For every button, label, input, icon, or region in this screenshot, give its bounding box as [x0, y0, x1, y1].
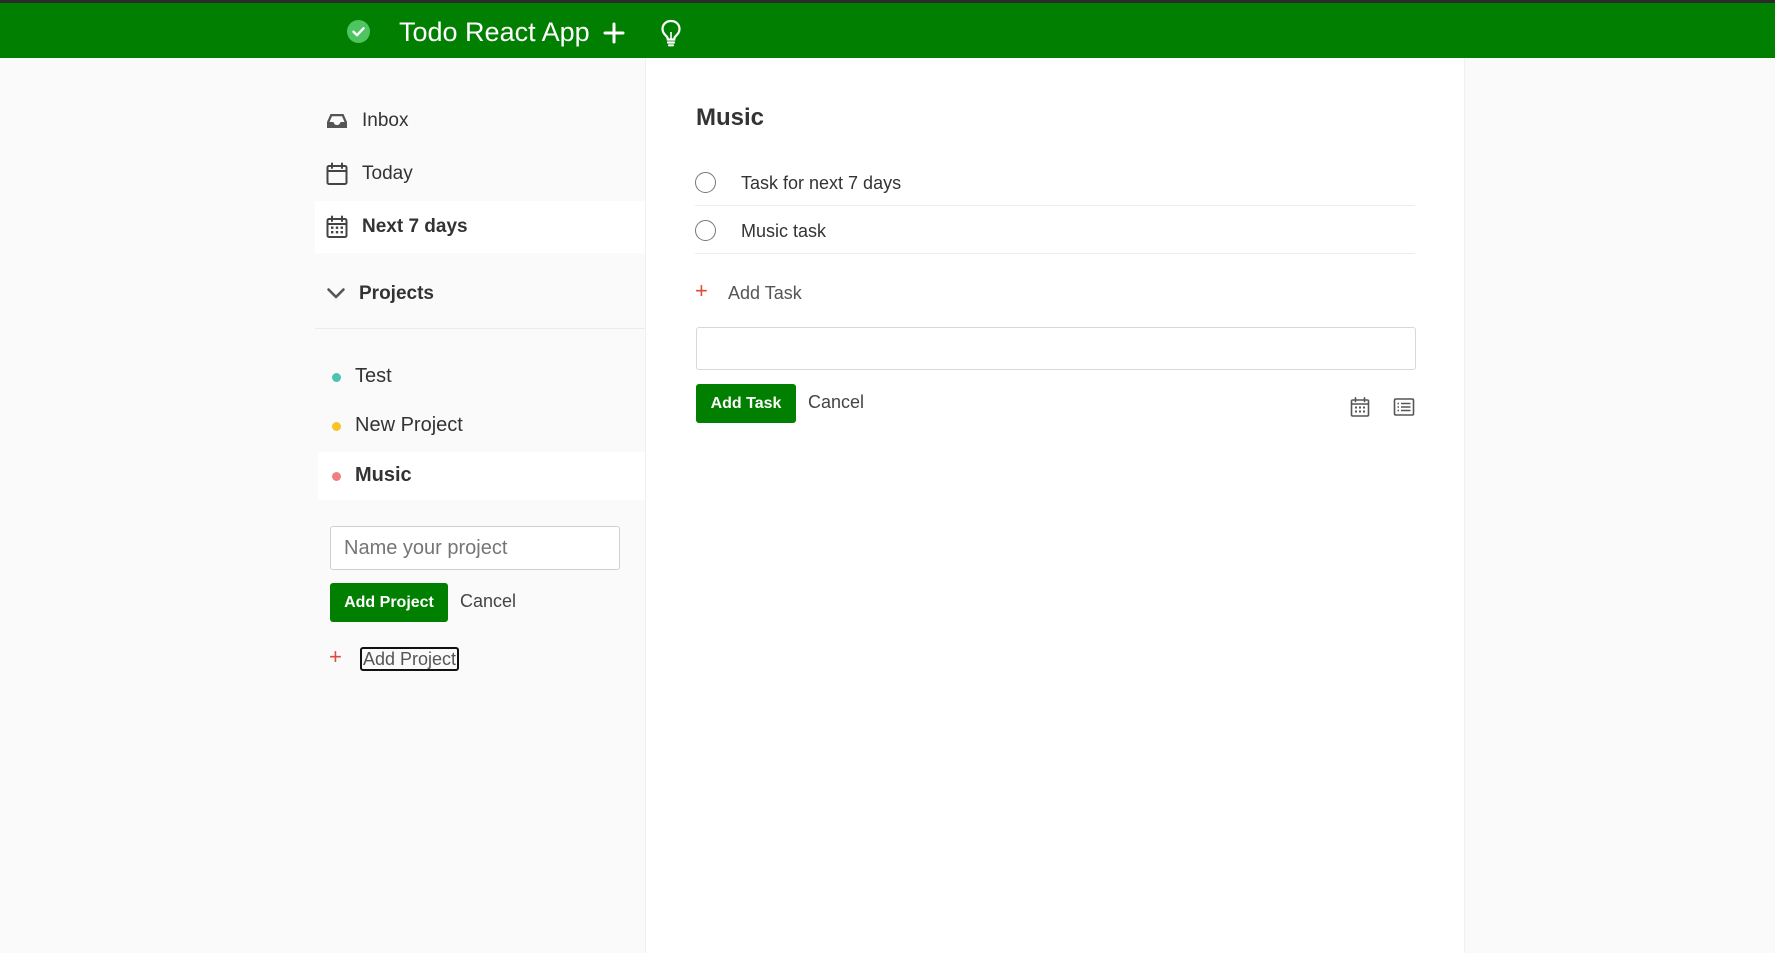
project-item-music[interactable]: Music: [318, 452, 645, 500]
cancel-project-button[interactable]: Cancel: [460, 591, 516, 612]
add-project-link[interactable]: Add Project: [360, 647, 460, 671]
app-title: Todo React App: [399, 17, 590, 47]
project-name: New Project: [355, 414, 463, 436]
chevron-down-icon: [325, 282, 347, 304]
sidebar-item-label: Inbox: [362, 110, 409, 131]
calendar-icon[interactable]: [1349, 396, 1371, 418]
project-name-input[interactable]: [330, 526, 620, 570]
inbox-icon: [325, 109, 349, 133]
add-task-button[interactable]: Add Task: [696, 384, 796, 423]
project-name: Music: [355, 464, 412, 486]
plus-icon: +: [695, 278, 708, 303]
project-color-dot: [332, 422, 341, 431]
add-task-label: Add Task: [728, 283, 802, 303]
task-label: Music task: [741, 221, 827, 241]
page-title: Music: [696, 104, 765, 131]
list-icon[interactable]: [1393, 396, 1415, 418]
cancel-task-button[interactable]: Cancel: [808, 392, 864, 413]
task-checkbox[interactable]: [695, 172, 716, 193]
project-item-test[interactable]: Test: [318, 353, 645, 401]
calendar-icon: [325, 162, 349, 186]
project-color-dot: [332, 472, 341, 481]
sidebar-item-label: Today: [362, 163, 413, 184]
task-row: Music task: [695, 206, 1415, 254]
lightbulb-icon[interactable]: [660, 19, 682, 47]
task-row: Task for next 7 days: [695, 158, 1415, 206]
projects-toggle[interactable]: Projects: [315, 260, 645, 329]
plus-icon[interactable]: [603, 22, 625, 44]
sidebar-item-label: Next 7 days: [362, 216, 468, 237]
projects-heading: Projects: [359, 283, 434, 304]
add-project-button[interactable]: Add Project: [330, 583, 448, 622]
sidebar-item-inbox[interactable]: Inbox: [315, 95, 645, 147]
sidebar-item-next-7-days[interactable]: Next 7 days: [315, 201, 645, 253]
project-item-new-project[interactable]: New Project: [318, 402, 645, 450]
plus-icon: +: [329, 644, 342, 669]
calendar-dates-icon: [325, 215, 349, 239]
sidebar-item-today[interactable]: Today: [315, 148, 645, 200]
task-name-input[interactable]: [696, 327, 1416, 370]
check-circle-icon[interactable]: [347, 20, 370, 43]
project-name: Test: [355, 365, 392, 387]
project-color-dot: [332, 373, 341, 382]
app-header: Todo React App: [0, 3, 1775, 58]
task-label: Task for next 7 days: [741, 173, 902, 193]
task-checkbox[interactable]: [695, 220, 716, 241]
